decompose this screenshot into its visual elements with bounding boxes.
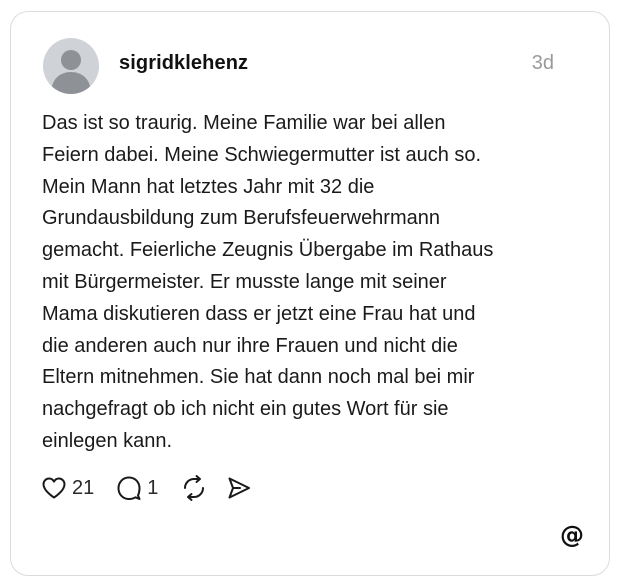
post-body-line: Grundausbildung zum Berufsfeuerwehrmann (42, 207, 440, 230)
avatar[interactable] (43, 38, 99, 94)
post-body-line: die anderen auch nur ihre Frauen und nic… (42, 334, 458, 357)
post-body-line: Eltern mitnehmen. Sie hat dann noch mal … (42, 366, 475, 389)
post-body-line: Feiern dabei. Meine Schwiegermutter ist … (42, 143, 482, 166)
post-body-line: Mama diskutieren dass er jetzt eine Frau… (42, 302, 476, 325)
post-body-line: Das ist so traurig. Meine Familie war be… (42, 112, 446, 134)
post-timestamp: 3d (531, 52, 554, 74)
reply-count: 1 (147, 476, 159, 499)
username[interactable]: sigridklehenz (119, 52, 248, 75)
post-body-line: nachgefragt ob ich nicht ein gutes Wort … (42, 398, 449, 421)
like-button[interactable]: 21 (41, 476, 94, 500)
send-icon (228, 477, 251, 499)
post-body-line: mit Bürgermeister. Er musste lange mit s… (42, 270, 447, 293)
repost-button[interactable] (180, 474, 208, 502)
post-body-line: Mein Mann hat letztes Jahr mit 32 die (42, 175, 375, 198)
post-card: sigridklehenz 3d Das ist so traurig. Mei… (10, 11, 610, 576)
reply-button[interactable]: 1 (116, 475, 158, 501)
post-actions: 21 1 (41, 474, 252, 502)
repost-icon (184, 475, 205, 501)
post-body-line: einlegen kann. (42, 429, 173, 452)
post-body: Das ist so traurig. Meine Familie war be… (42, 108, 582, 458)
post-body-line: gemacht. Feierliche Zeugnis Übergabe im … (42, 239, 494, 262)
default-avatar-icon (51, 50, 91, 94)
heart-icon (42, 477, 66, 499)
threads-logo-icon: @ (560, 521, 584, 549)
speech-bubble-icon (117, 476, 141, 500)
like-count: 21 (72, 476, 95, 499)
share-button[interactable] (226, 475, 252, 501)
